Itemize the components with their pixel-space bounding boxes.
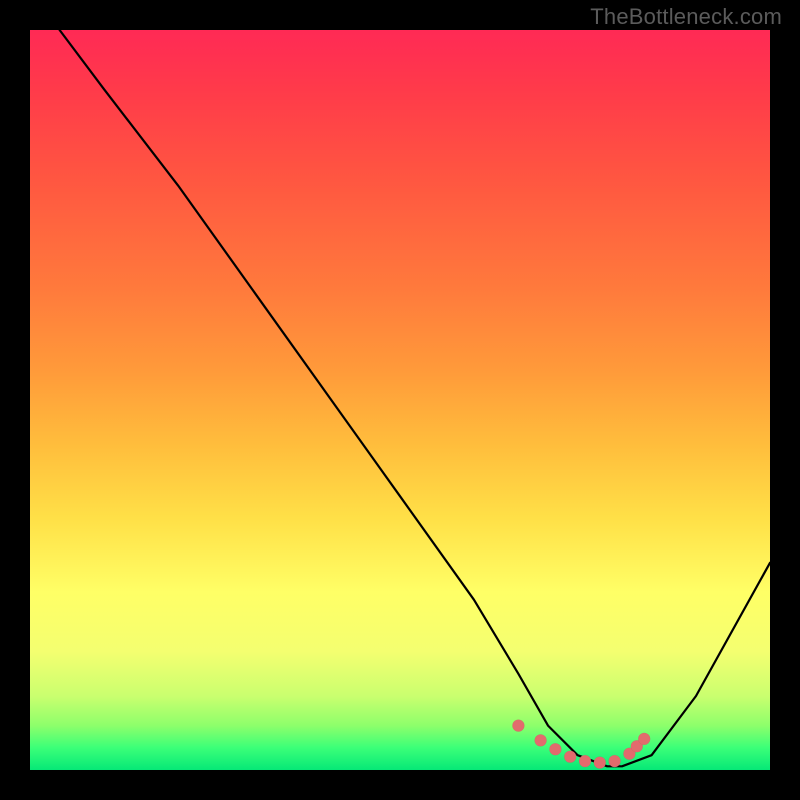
optimal-dot (594, 757, 606, 769)
watermark-text: TheBottleneck.com (590, 4, 782, 30)
optimal-dot (535, 734, 547, 746)
optimal-dot (549, 743, 561, 755)
bottleneck-curve (60, 30, 770, 766)
optimal-dot (638, 733, 650, 745)
optimal-dot (564, 751, 576, 763)
optimal-dot (609, 755, 621, 767)
chart-canvas: TheBottleneck.com (0, 0, 800, 800)
optimal-dots-group (512, 720, 650, 769)
plot-area (30, 30, 770, 770)
optimal-dot (579, 755, 591, 767)
optimal-dot (512, 720, 524, 732)
curve-svg (30, 30, 770, 770)
